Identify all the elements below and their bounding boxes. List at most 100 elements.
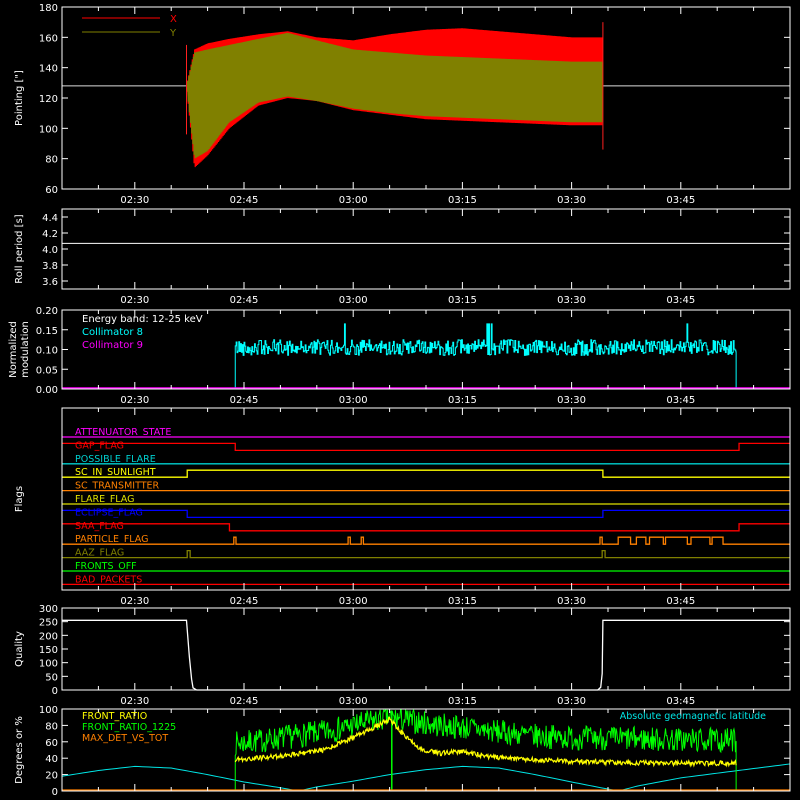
legend-front-ratio-1225: FRONT_RATIO_1225 bbox=[82, 722, 176, 733]
pointing-ytick-label: 120 bbox=[39, 94, 58, 105]
modulation-xtick-label: 03:15 bbox=[448, 395, 477, 406]
modulation-xtick-label: 02:45 bbox=[230, 395, 259, 406]
legend-x-label: X bbox=[170, 14, 177, 25]
roll-xtick-label: 02:45 bbox=[230, 295, 259, 306]
pointing-xtick-label: 02:45 bbox=[230, 195, 259, 206]
flag-sc-in-sunlight-line bbox=[62, 469, 790, 478]
flag-sc-transmitter-label: SC_TRANSMITTER bbox=[75, 481, 160, 492]
modulation-xtick-label: 03:00 bbox=[339, 395, 368, 406]
pointing-ytick-label: 100 bbox=[39, 124, 58, 135]
quality-xtick-label: 03:30 bbox=[557, 696, 586, 707]
modulation-ytick-label: 0.00 bbox=[36, 385, 58, 396]
flag-aaz-flag-label: AAZ_FLAG bbox=[75, 548, 124, 559]
quality-ytick-label: 50 bbox=[45, 672, 58, 683]
ratios-ytick-label: 0 bbox=[52, 787, 58, 798]
ratios-ytick-label: 60 bbox=[45, 738, 58, 749]
pointing-ytick-label: 140 bbox=[39, 64, 58, 75]
pointing-xtick-label: 02:30 bbox=[120, 195, 149, 206]
rhessi-housekeeping-plot: 608010012014016018002:30 02:45 03:00 03:15 0… bbox=[8, 3, 791, 798]
flag-saa-flag-line bbox=[62, 523, 790, 532]
quality-ylabel: Quality bbox=[14, 631, 25, 667]
panel-modulation: 0.00 0.05 0.10 0.15 0.20 02:30 02:45 03:00 03:15… bbox=[8, 306, 791, 406]
legend-collimator-8: Collimator 8 bbox=[82, 327, 143, 338]
flag-aaz-flag-line bbox=[62, 549, 790, 559]
modulation-xtick-label: 03:45 bbox=[666, 395, 695, 406]
quality-xtick-label: 03:15 bbox=[448, 696, 477, 707]
flags-xtick-label: 02:30 bbox=[120, 596, 149, 607]
flag-attenuator-state-label: ATTENUATOR_STATE bbox=[75, 427, 171, 438]
modulation-ytick-label: 0.15 bbox=[36, 326, 58, 337]
legend-y-label: Y bbox=[169, 28, 177, 39]
flag-possible-flare-label: POSSIBLE_FLARE bbox=[75, 454, 156, 465]
flag-saa-flag-label: SAA_FLAG bbox=[75, 521, 124, 532]
series-quality-line bbox=[62, 619, 790, 691]
roll-ytick-label: 3.6 bbox=[42, 277, 58, 288]
pointing-ylabel: Pointing ["] bbox=[14, 70, 25, 126]
roll-xtick-label: 02:30 bbox=[120, 295, 149, 306]
flag-eclipse-flag-line bbox=[62, 509, 790, 519]
flags-xtick-label: 03:15 bbox=[448, 596, 477, 607]
flags-xtick-label: 03:45 bbox=[666, 596, 695, 607]
roll-ylabel: Roll period [s] bbox=[14, 214, 25, 283]
flag-particle-flag-label: PARTICLE_FLAG bbox=[75, 534, 148, 545]
flag-gap-flag-label: GAP_FLAG bbox=[75, 440, 124, 451]
roll-frame bbox=[61, 208, 791, 290]
roll-xtick-label: 03:30 bbox=[557, 295, 586, 306]
flag-eclipse-flag-label: ECLIPSE_FLAG bbox=[75, 507, 143, 518]
roll-xtick-label: 03:00 bbox=[339, 295, 368, 306]
quality-ytick-label: 0 bbox=[52, 686, 58, 697]
flag-gap-flag-line bbox=[62, 442, 790, 452]
quality-xtick-label: 03:45 bbox=[666, 696, 695, 707]
ratios-ytick-label: 40 bbox=[45, 754, 58, 765]
roll-ytick-label: 4.2 bbox=[42, 229, 58, 240]
modulation-annotation: Energy band: 12-25 keV bbox=[82, 314, 203, 325]
pointing-ytick-label: 60 bbox=[45, 185, 58, 196]
roll-xtick-label: 03:15 bbox=[448, 295, 477, 306]
modulation-ytick-label: 0.05 bbox=[36, 365, 58, 376]
modulation-xtick-label: 03:30 bbox=[557, 395, 586, 406]
flag-bad-packets-label: BAD_PACKETS bbox=[75, 574, 142, 585]
flag-flare-flag-label: FLARE_FLAG bbox=[75, 494, 135, 505]
flags-xtick-label: 03:00 bbox=[339, 596, 368, 607]
ratios-ytick-label: 80 bbox=[45, 721, 58, 732]
roll-ytick-label: 4.0 bbox=[42, 245, 58, 256]
flag-particle-flag-line bbox=[62, 536, 790, 545]
modulation-ytick-label: 0.10 bbox=[36, 346, 58, 357]
pointing-ytick-label: 180 bbox=[39, 3, 58, 14]
series-collimator-8-line bbox=[234, 323, 737, 390]
legend-geomagnetic-latitude: Absolute geomagnetic latitude bbox=[620, 711, 766, 722]
panel-ratios: 0 20 40 60 80 100 Degrees or % FRONT_RATIOFRONT… bbox=[14, 705, 791, 798]
flag-sc-in-sunlight-label: SC_IN_SUNLIGHT bbox=[75, 467, 156, 478]
panel-flags: ATTENUATOR_STATE GAP_FLAG POSSIBLE_FLARE SC… bbox=[14, 407, 791, 607]
pointing-xtick-label: 03:15 bbox=[448, 195, 477, 206]
ratios-ytick-label: 20 bbox=[45, 771, 58, 782]
quality-ytick-label: 300 bbox=[39, 604, 58, 615]
quality-ytick-label: 150 bbox=[39, 645, 58, 656]
quality-ytick-label: 200 bbox=[39, 631, 58, 642]
panel-roll: 3.6 3.8 4.0 4.2 4.4 02:30 02:45 03:00 03:15 03:30… bbox=[14, 208, 791, 306]
flags-xtick-label: 02:45 bbox=[230, 596, 259, 607]
pointing-xtick-label: 03:45 bbox=[666, 195, 695, 206]
quality-ytick-label: 250 bbox=[39, 618, 58, 629]
roll-ytick-label: 3.8 bbox=[42, 261, 58, 272]
flag-fronts-off-label: FRONTS_OFF bbox=[75, 561, 137, 572]
modulation-ylabel: Normalized bbox=[8, 321, 19, 378]
panel-pointing: 60 80 100 120 140 160 180 02:30 02:45 03:00 03:15 0… bbox=[14, 3, 791, 206]
flags-xtick-label: 03:30 bbox=[557, 596, 586, 607]
modulation-ytick-label: 0.20 bbox=[36, 306, 58, 317]
quality-ytick-label: 100 bbox=[39, 659, 58, 670]
modulation-ylabel: modulation bbox=[20, 321, 31, 378]
legend-front-ratio: FRONT_RATIO bbox=[82, 711, 147, 722]
pointing-ytick-label: 160 bbox=[39, 33, 58, 44]
quality-xtick-label: 02:45 bbox=[230, 696, 259, 707]
pointing-ytick-label: 80 bbox=[45, 155, 58, 166]
panel-quality: 0 50 100 150 200 250 300 02:30 02:45 03:00 03:15 03… bbox=[14, 604, 791, 707]
modulation-xtick-label: 02:30 bbox=[120, 395, 149, 406]
quality-xtick-label: 03:00 bbox=[339, 696, 368, 707]
quality-xtick-label: 02:30 bbox=[120, 696, 149, 707]
legend-collimator-9: Collimator 9 bbox=[82, 340, 143, 351]
roll-xtick-label: 03:45 bbox=[666, 295, 695, 306]
pointing-xtick-label: 03:30 bbox=[557, 195, 586, 206]
flags-ylabel: Flags bbox=[14, 486, 25, 512]
roll-ytick-label: 4.4 bbox=[42, 213, 58, 224]
